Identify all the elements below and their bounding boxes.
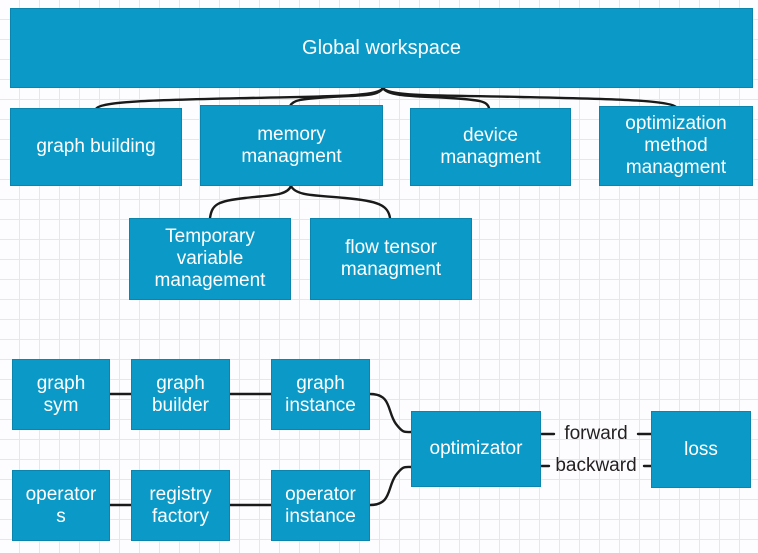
node-graph-sym[interactable]: graph sym: [12, 359, 110, 430]
node-graph-builder-label: graph builder: [151, 372, 210, 416]
node-flow-tensor-managment[interactable]: flow tensor managment: [310, 218, 472, 300]
node-memory-managment[interactable]: memory managment: [200, 105, 383, 186]
node-registry-factory-label: registry factory: [149, 483, 212, 527]
node-temporary-variable-management[interactable]: Temporary variable management: [129, 218, 291, 300]
node-graph-sym-label: graph sym: [36, 372, 86, 416]
connector-workspace-to-device: [381, 86, 491, 110]
diagram-canvas: Global workspace graph building memory m…: [0, 0, 758, 553]
node-optimization-method-managment[interactable]: optimization method managment: [599, 106, 753, 186]
node-optimizator[interactable]: optimizator: [411, 411, 541, 487]
node-global-workspace-label: Global workspace: [302, 36, 461, 59]
node-global-workspace[interactable]: Global workspace: [10, 8, 753, 88]
node-loss[interactable]: loss: [651, 411, 751, 488]
connector-graph-instance-to-optimizator: [368, 392, 413, 434]
connector-memory-to-flow-tensor: [289, 184, 392, 220]
node-graph-instance-label: graph instance: [285, 372, 356, 416]
node-memory-managment-label: memory managment: [241, 123, 342, 167]
node-device-managment[interactable]: device managment: [410, 108, 571, 186]
node-optimizator-label: optimizator: [429, 438, 523, 460]
node-registry-factory[interactable]: registry factory: [131, 470, 230, 541]
connector-workspace-to-memory: [288, 86, 385, 108]
node-temporary-variable-management-label: Temporary variable management: [154, 226, 266, 291]
node-graph-building-label: graph building: [36, 136, 156, 158]
node-graph-instance[interactable]: graph instance: [271, 359, 370, 430]
node-operators-label: operator s: [25, 483, 97, 527]
connector-workspace-to-optimization-method: [381, 86, 678, 109]
node-loss-label: loss: [684, 438, 718, 460]
node-operators[interactable]: operator s: [12, 470, 110, 541]
node-operator-instance[interactable]: operator instance: [271, 470, 370, 541]
node-optimization-method-managment-label: optimization method managment: [625, 113, 727, 178]
connector-operator-instance-to-optimizator: [368, 465, 413, 507]
edge-label-backward: backward: [555, 455, 637, 476]
connector-memory-to-temporary-variable: [208, 184, 293, 220]
node-graph-builder[interactable]: graph builder: [131, 359, 230, 430]
edge-label-forward: forward: [564, 423, 628, 444]
node-graph-building[interactable]: graph building: [10, 108, 182, 186]
node-device-managment-label: device managment: [440, 125, 541, 168]
node-operator-instance-label: operator instance: [285, 483, 356, 527]
node-flow-tensor-managment-label: flow tensor managment: [340, 237, 442, 280]
